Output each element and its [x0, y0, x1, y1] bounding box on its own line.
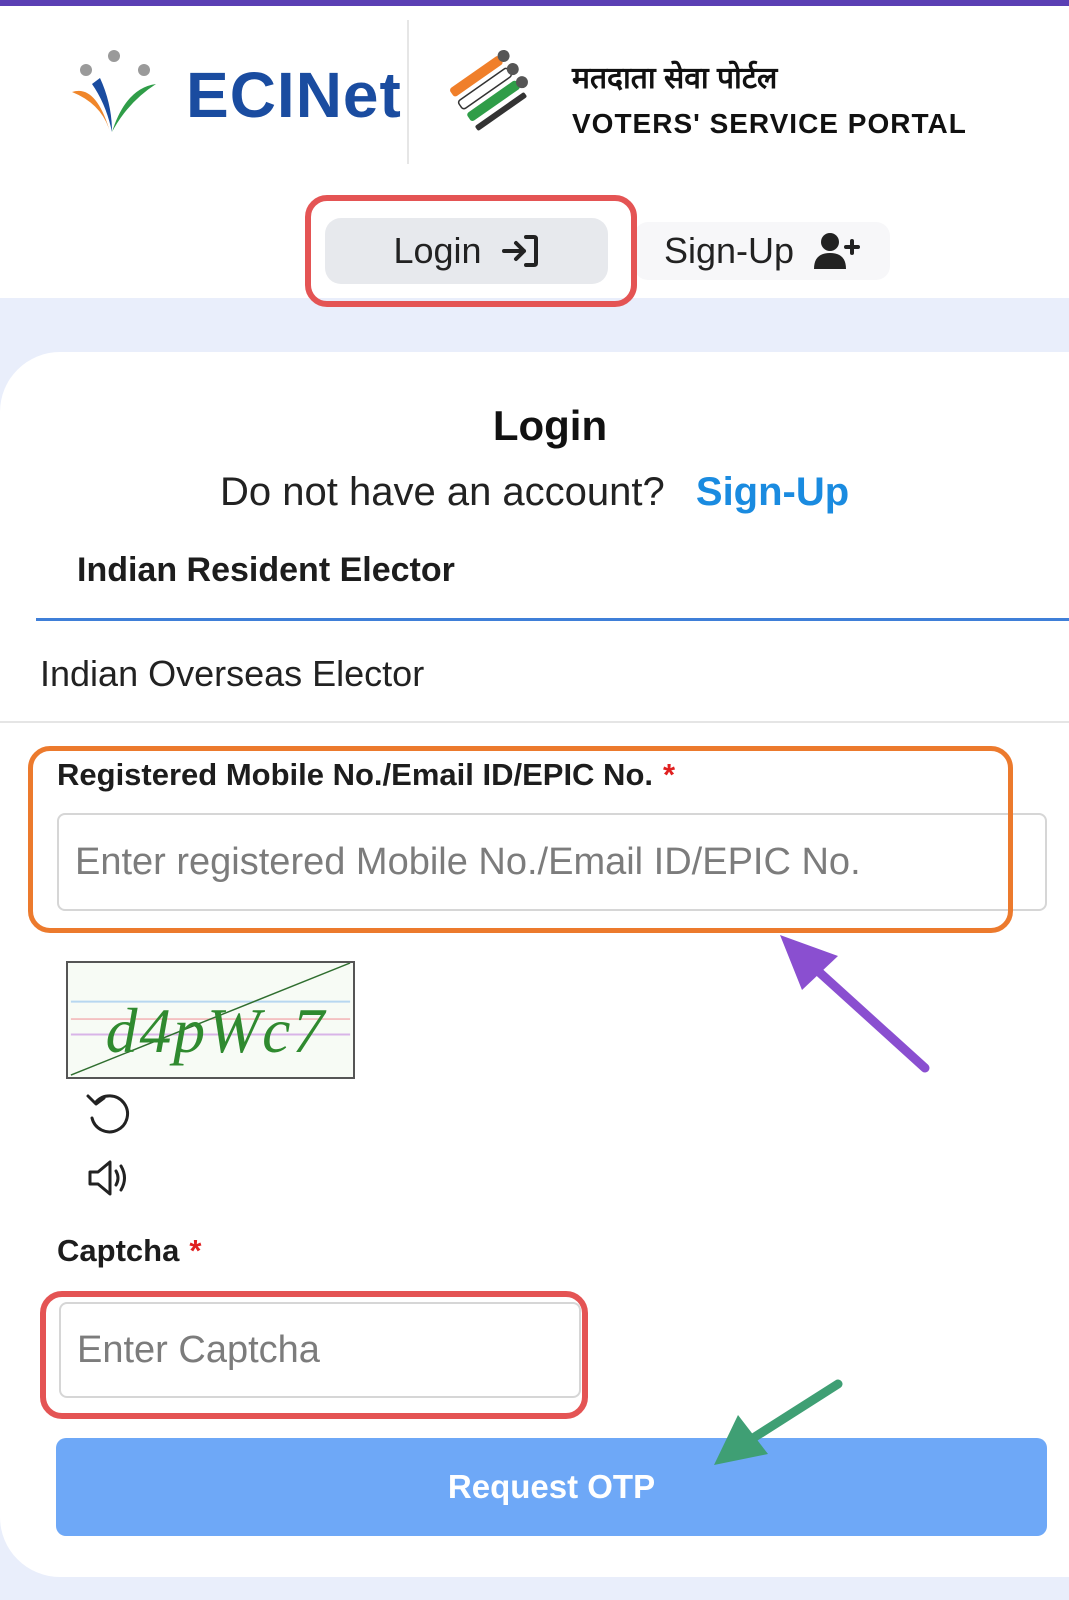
required-asterisk: * [189, 1233, 202, 1268]
captcha-field-label: Captcha * [57, 1233, 201, 1269]
tab-separator [0, 721, 1069, 723]
eci-emblem-logo [450, 49, 528, 131]
captcha-text: d4pWc7 [106, 995, 328, 1066]
signup-link[interactable]: Sign-Up [696, 470, 849, 514]
tab-signup-label: Sign-Up [663, 230, 795, 271]
captcha-image: d4pWc7 [66, 961, 355, 1079]
request-otp-button[interactable]: Request OTP [56, 1438, 1047, 1536]
header-divider [407, 20, 409, 164]
highlight-login-tab [305, 195, 637, 307]
speaker-icon[interactable] [86, 1158, 132, 1198]
active-tab-underline [36, 618, 1069, 621]
tab-indian-overseas-elector[interactable]: Indian Overseas Elector [40, 653, 424, 695]
captcha-label-text: Captcha [57, 1233, 180, 1268]
ecinet-logo [72, 50, 156, 132]
highlight-captcha-field [40, 1291, 588, 1419]
brand-name: ECINet [186, 59, 402, 131]
no-account-prompt: Do not have an account? Sign-Up [220, 470, 849, 515]
login-title: Login [492, 402, 608, 449]
tab-indian-resident-elector[interactable]: Indian Resident Elector [77, 551, 455, 590]
tab-signup[interactable]: Sign-Up [634, 222, 890, 280]
highlight-mobile-field [28, 746, 1013, 933]
no-account-text: Do not have an account? [220, 470, 665, 514]
user-plus-icon [814, 233, 861, 269]
portal-title-hindi: मतदाता सेवा पोर्टल [572, 62, 778, 95]
refresh-icon[interactable] [84, 1090, 134, 1140]
portal-title-english: VOTERS' SERVICE PORTAL [572, 108, 967, 139]
